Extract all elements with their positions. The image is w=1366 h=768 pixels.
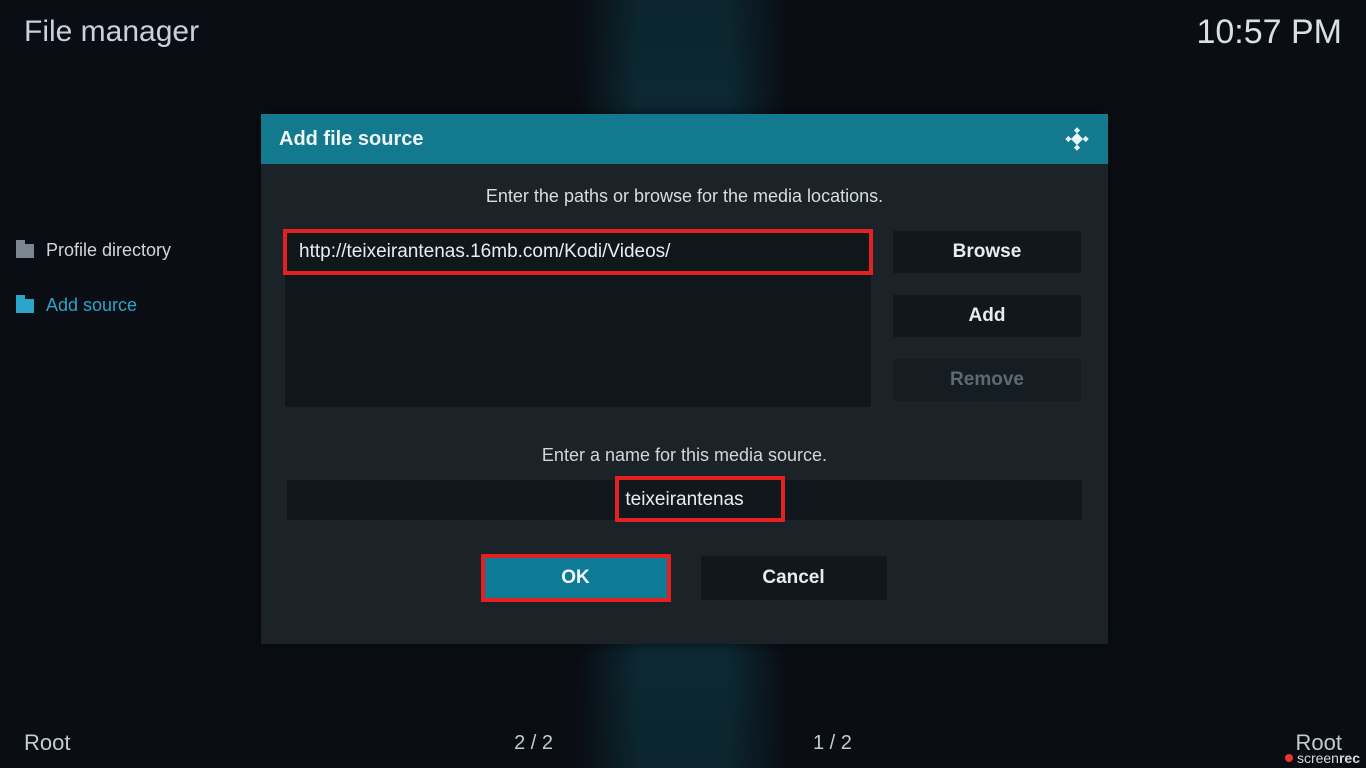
source-name-input[interactable]: teixeirantenas xyxy=(287,480,1082,520)
browse-button[interactable]: Browse xyxy=(893,231,1081,273)
kodi-logo-icon xyxy=(1064,126,1090,152)
right-pagination: 1 / 2 xyxy=(813,732,852,755)
path-value: http://teixeirantenas.16mb.com/Kodi/Vide… xyxy=(299,241,670,263)
dialog-title: Add file source xyxy=(279,128,423,151)
sidebar-item-profile-directory[interactable]: Profile directory xyxy=(16,240,171,261)
add-button[interactable]: Add xyxy=(893,295,1081,337)
source-name-value: teixeirantenas xyxy=(625,489,743,511)
cancel-button[interactable]: Cancel xyxy=(701,556,887,600)
left-pagination: 2 / 2 xyxy=(514,732,553,755)
add-file-source-dialog: Add file source Enter the paths or brows… xyxy=(261,114,1108,644)
paths-instruction-text: Enter the paths or browse for the media … xyxy=(285,186,1084,207)
clock: 10:57 PM xyxy=(1196,13,1342,52)
ok-button[interactable]: OK xyxy=(483,556,669,600)
dialog-header: Add file source xyxy=(261,114,1108,164)
pagination: 2 / 2 1 / 2 xyxy=(514,732,852,755)
sidebar-item-label: Profile directory xyxy=(46,240,171,261)
path-buttons: Browse Add Remove xyxy=(893,231,1081,407)
paths-list: http://teixeirantenas.16mb.com/Kodi/Vide… xyxy=(285,231,871,407)
screenrec-watermark: screenrec xyxy=(1285,750,1360,766)
watermark-text: screenrec xyxy=(1297,750,1360,766)
page-title: File manager xyxy=(24,15,199,49)
status-bar: Root 2 / 2 1 / 2 Root xyxy=(0,730,1366,756)
left-panel-root-label: Root xyxy=(24,730,70,756)
folder-icon xyxy=(16,299,34,313)
folder-icon xyxy=(16,244,34,258)
remove-button: Remove xyxy=(893,359,1081,401)
top-bar: File manager 10:57 PM xyxy=(0,0,1366,64)
dialog-footer: OK Cancel xyxy=(285,556,1084,600)
sidebar: Profile directory Add source xyxy=(16,240,171,316)
path-input[interactable]: http://teixeirantenas.16mb.com/Kodi/Vide… xyxy=(285,231,871,273)
sidebar-item-add-source[interactable]: Add source xyxy=(16,295,171,316)
sidebar-item-label: Add source xyxy=(46,295,137,316)
record-dot-icon xyxy=(1285,754,1293,762)
name-instruction-text: Enter a name for this media source. xyxy=(285,445,1084,466)
